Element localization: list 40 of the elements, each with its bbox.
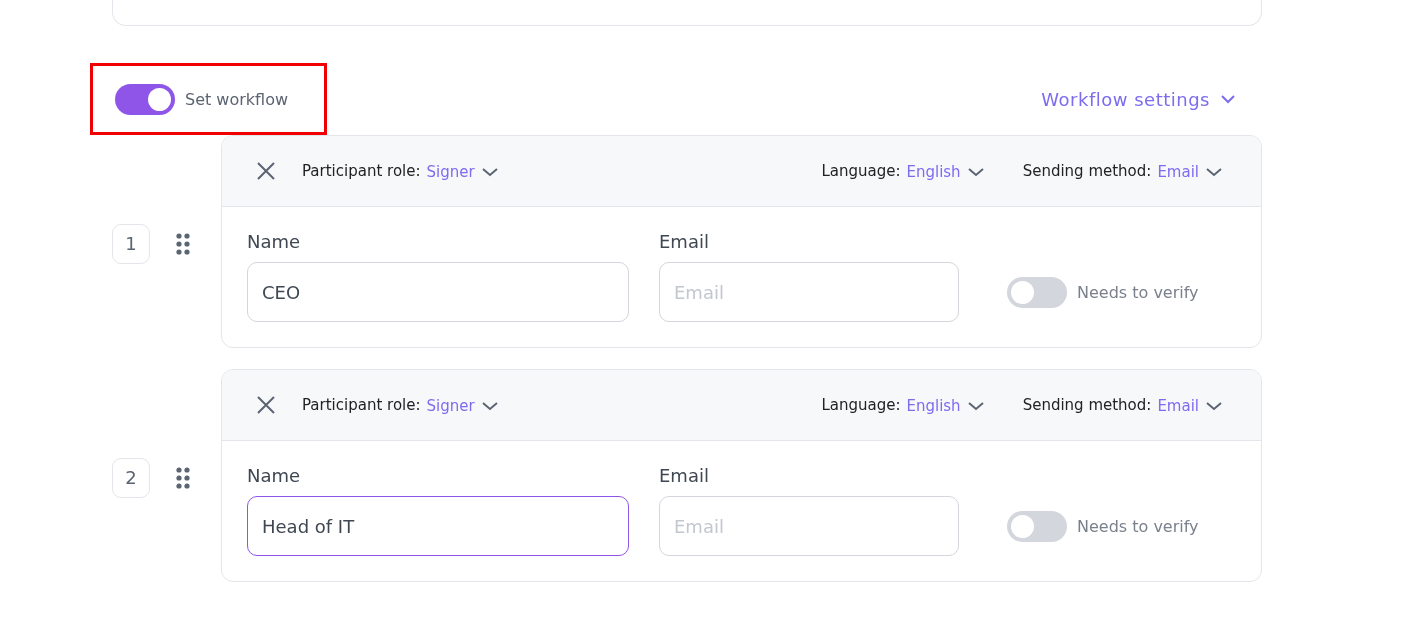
chevron-down-icon	[1205, 401, 1223, 411]
drag-handle-icon[interactable]	[176, 232, 190, 255]
email-field[interactable]: Email	[659, 262, 959, 322]
verify-toggle[interactable]	[1007, 510, 1067, 542]
verify-toggle[interactable]	[1007, 276, 1067, 308]
language-label: Language:	[821, 396, 901, 414]
field-label: Email	[659, 231, 710, 252]
field-label: Name	[247, 231, 302, 252]
name-field[interactable]: Head of IT	[247, 496, 629, 556]
workflow-settings-dropdown[interactable]: Workflow settings	[1041, 88, 1236, 110]
role-dropdown[interactable]: Signer	[426, 161, 519, 181]
chevron-down-icon	[1220, 94, 1236, 104]
close-icon[interactable]	[256, 161, 276, 181]
sending-method-label: Sending method:	[1022, 162, 1152, 180]
chevron-down-icon	[1205, 167, 1223, 177]
chevron-down-icon	[480, 167, 499, 177]
drag-handle-icon[interactable]	[176, 466, 190, 489]
toggle-label: Set workflow	[185, 89, 289, 109]
field-label: Name	[247, 465, 302, 486]
name-field[interactable]: CEO	[247, 262, 629, 322]
close-icon[interactable]	[256, 395, 276, 415]
sending-method-dropdown[interactable]: Email	[1157, 161, 1243, 181]
field-label: Email	[659, 465, 710, 486]
chevron-down-icon	[966, 167, 985, 177]
sending-method-label: Sending method:	[1022, 396, 1152, 414]
role-dropdown[interactable]: Signer	[426, 395, 519, 415]
step-number: 1	[112, 223, 150, 264]
toggle-label: Needs to verify	[1077, 282, 1199, 302]
workflow-toggle[interactable]	[115, 83, 175, 115]
email-field[interactable]: Email	[659, 496, 959, 556]
language-dropdown[interactable]: English	[906, 395, 1005, 415]
role-label: Participant role:	[302, 162, 421, 180]
chevron-down-icon	[966, 401, 985, 411]
role-label: Participant role:	[302, 396, 421, 414]
step-number: 2	[112, 457, 150, 498]
language-label: Language:	[821, 162, 901, 180]
chevron-down-icon	[480, 401, 499, 411]
language-dropdown[interactable]: English	[906, 161, 1005, 181]
sending-method-dropdown[interactable]: Email	[1157, 395, 1243, 415]
toggle-label: Needs to verify	[1077, 516, 1199, 536]
